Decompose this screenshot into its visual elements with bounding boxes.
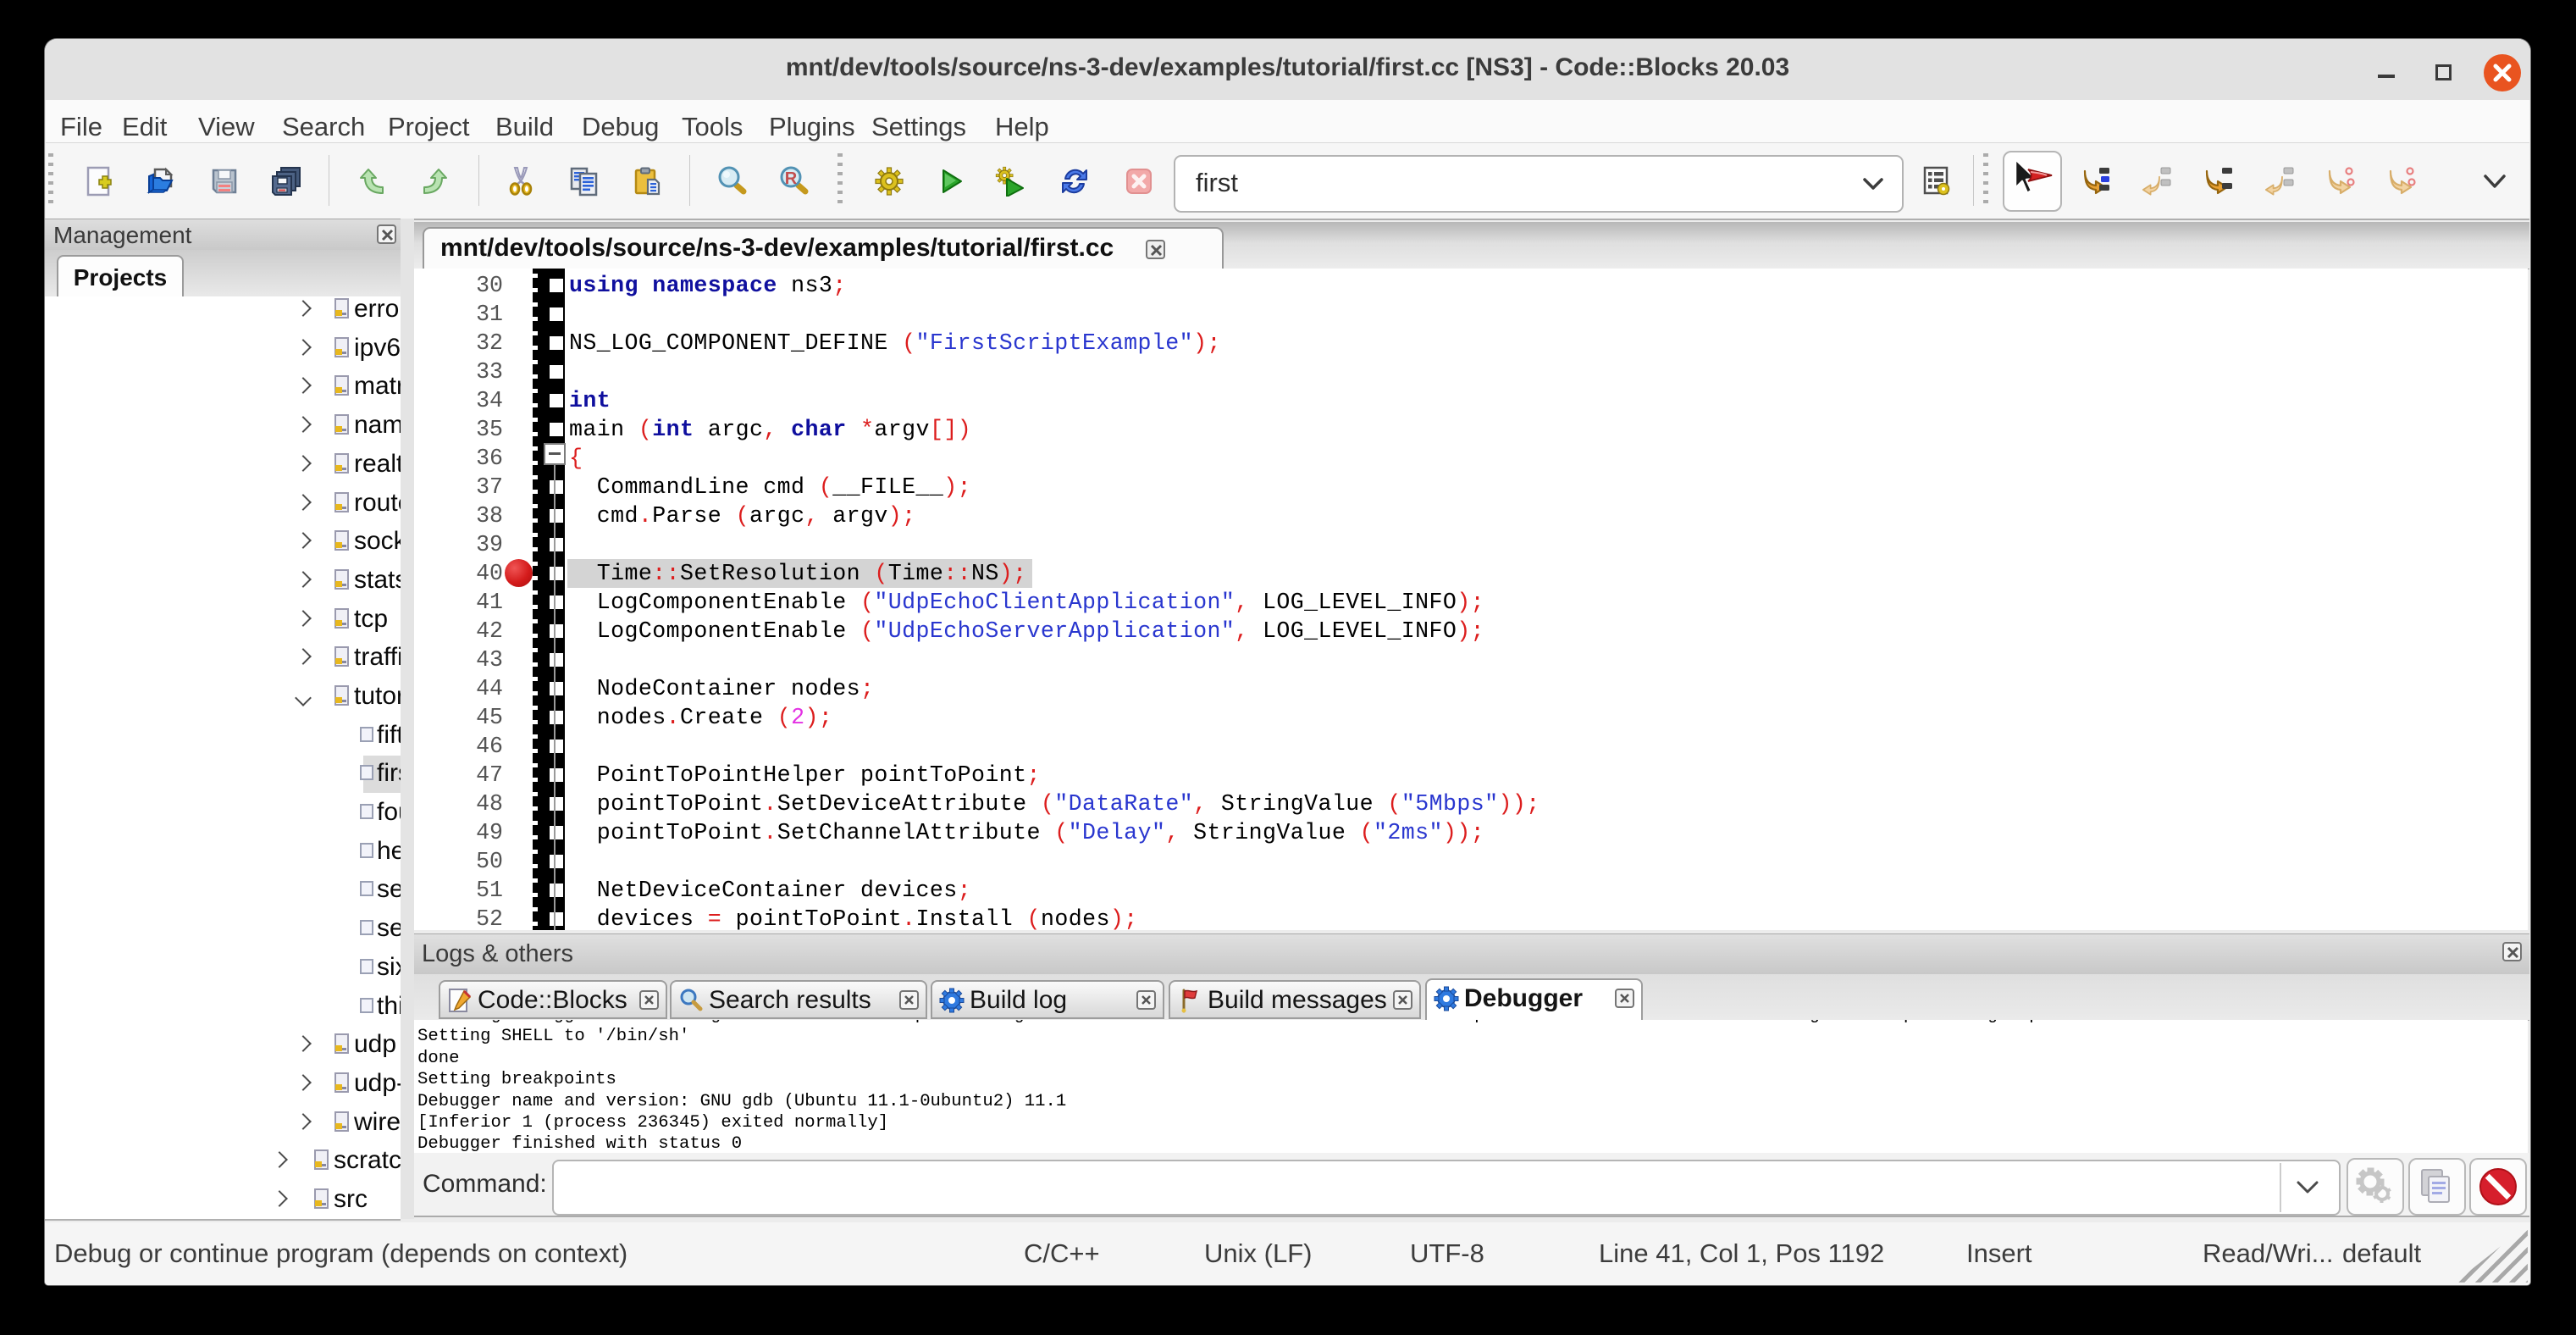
svg-text:R: R bbox=[785, 169, 798, 188]
